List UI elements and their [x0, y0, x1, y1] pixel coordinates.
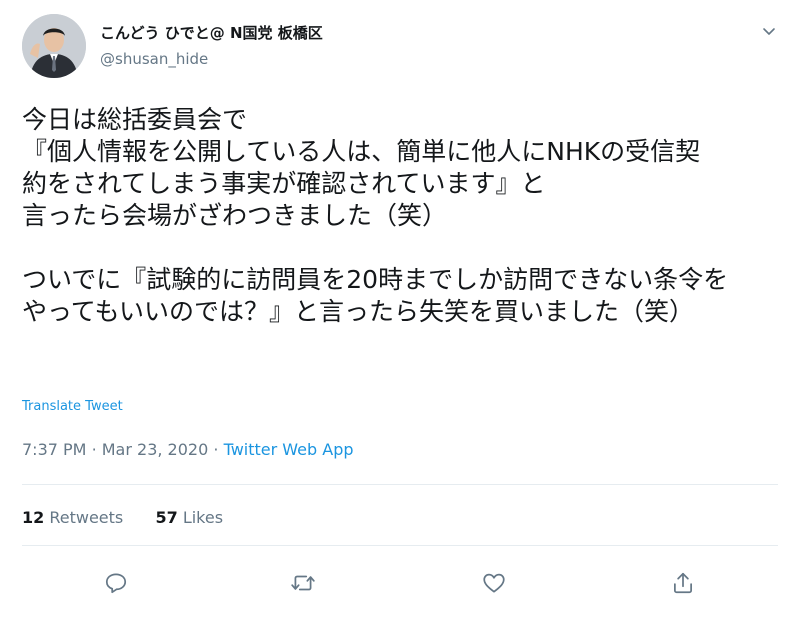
meta-separator: ·: [213, 440, 219, 459]
avatar-portrait-icon: [22, 14, 86, 78]
tweet-date[interactable]: Mar 23, 2020: [102, 440, 209, 459]
source-app-link[interactable]: Twitter Web App: [224, 440, 354, 459]
like-button[interactable]: [481, 570, 507, 596]
tweet-text-line: 今日は総括委員会で: [22, 105, 248, 134]
tweet-text: 今日は総括委員会で 『個人情報を公開している人は、簡単に他人にNHKの受信契 約…: [22, 104, 782, 328]
tweet-text-line: 『個人情報を公開している人は、簡単に他人にNHKの受信契: [22, 137, 701, 166]
tweet-text-line: やってもいいのでは？』と言ったら失笑を買いました（笑）: [22, 297, 695, 326]
translate-tweet-link[interactable]: Translate Tweet: [22, 399, 123, 414]
divider: [22, 545, 778, 546]
tweet-text-line: [22, 232, 782, 264]
likes-label: Likes: [182, 508, 224, 527]
retweets-stat[interactable]: 12 Retweets: [22, 508, 128, 527]
retweet-button[interactable]: [290, 570, 316, 596]
user-handle[interactable]: @shusan_hide: [100, 50, 208, 68]
display-name[interactable]: こんどう ひでと@ N国党 板橋区: [100, 22, 323, 43]
meta-separator: ·: [91, 440, 97, 459]
tweet-meta: 7:37 PM · Mar 23, 2020 · Twitter Web App: [22, 440, 354, 459]
retweets-count: 12: [22, 508, 45, 527]
chevron-down-icon: [763, 28, 775, 35]
retweet-icon: [291, 575, 315, 591]
tweet-time[interactable]: 7:37 PM: [22, 440, 86, 459]
tweet-text-line: 約をされてしまう事実が確認されています』と: [22, 169, 546, 198]
reply-button[interactable]: [103, 570, 129, 596]
retweets-label: Retweets: [49, 508, 124, 527]
tweet-text-line: ついでに『試験的に訪問員を20時までしか訪問できない条令を: [22, 265, 729, 294]
share-button[interactable]: [670, 570, 696, 596]
divider: [22, 484, 778, 485]
likes-stat[interactable]: 57 Likes: [155, 508, 223, 527]
avatar[interactable]: [22, 14, 86, 78]
tweet-card: こんどう ひでと@ N国党 板橋区 @shusan_hide 今日は総括委員会で…: [0, 0, 800, 617]
tweet-text-line: 言ったら会場がざわつきました（笑）: [22, 201, 448, 230]
tweet-stats: 12 Retweets 57 Likes: [22, 508, 223, 527]
heart-icon: [483, 573, 505, 593]
more-options-button[interactable]: [758, 20, 780, 42]
likes-count: 57: [155, 508, 178, 527]
share-icon: [674, 572, 692, 594]
reply-icon: [105, 573, 127, 594]
